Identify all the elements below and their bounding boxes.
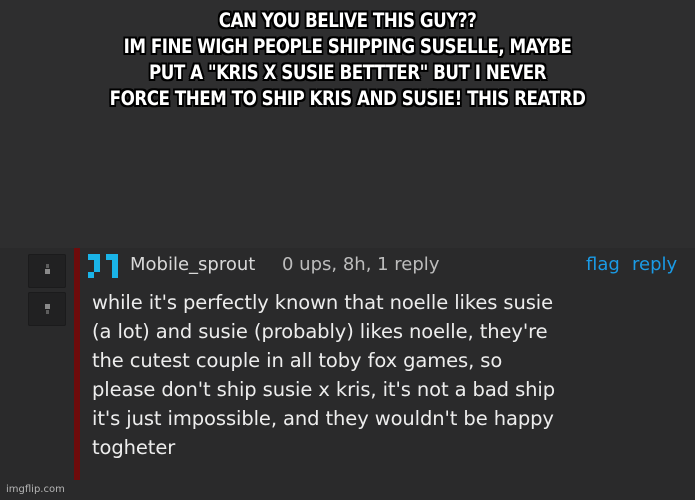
comment-body-line: it's just impossible, and they wouldn't …: [92, 407, 554, 430]
meme-caption-area: CAN YOU BELIVE THIS GUY?? IM FINE WIGH P…: [0, 0, 695, 248]
downvote-icon-base: [46, 310, 49, 314]
comment-body-line: the cutest couple in all toby fox games,…: [92, 349, 503, 372]
thread-line: [74, 248, 80, 480]
upvote-icon-base: [45, 269, 50, 274]
comment-body-line: togheter: [92, 436, 176, 459]
caption-line: IM FINE WIGH PEOPLE SHIPPING SUSELLE, MA…: [123, 35, 572, 58]
comment-body-line: please don't ship susie x kris, it's not…: [92, 378, 555, 401]
downvote-button[interactable]: [28, 292, 66, 326]
comment-screenshot: Mobile_sprout 0 ups, 8h, 1 reply flag re…: [0, 248, 695, 500]
comment-meta: 0 ups, 8h, 1 reply: [282, 254, 440, 275]
caption-line: FORCE THEM TO SHIP KRIS AND SUSIE! THIS …: [109, 87, 586, 110]
flag-link[interactable]: flag: [586, 254, 620, 276]
pixel-avatar-icon[interactable]: [88, 252, 124, 282]
upvote-button[interactable]: [28, 254, 66, 288]
imgflip-watermark: imgflip.com: [6, 484, 65, 495]
downvote-icon: [45, 304, 50, 309]
comment-header: Mobile_sprout 0 ups, 8h, 1 reply flag re…: [88, 250, 688, 280]
upvote-icon: [46, 264, 49, 268]
comment-body-line: while it's perfectly known that noelle l…: [92, 291, 553, 314]
comment-body-line: (a lot) and susie (probably) likes noell…: [92, 320, 548, 343]
username-link[interactable]: Mobile_sprout: [130, 254, 255, 276]
comment-body: while it's perfectly known that noelle l…: [92, 288, 684, 462]
caption-line: PUT A "KRIS X SUSIE BETTTER" BUT I NEVER: [148, 61, 547, 84]
reply-link[interactable]: reply: [632, 254, 677, 276]
meme-caption: CAN YOU BELIVE THIS GUY?? IM FINE WIGH P…: [49, 8, 647, 112]
caption-line: CAN YOU BELIVE THIS GUY??: [218, 9, 477, 32]
